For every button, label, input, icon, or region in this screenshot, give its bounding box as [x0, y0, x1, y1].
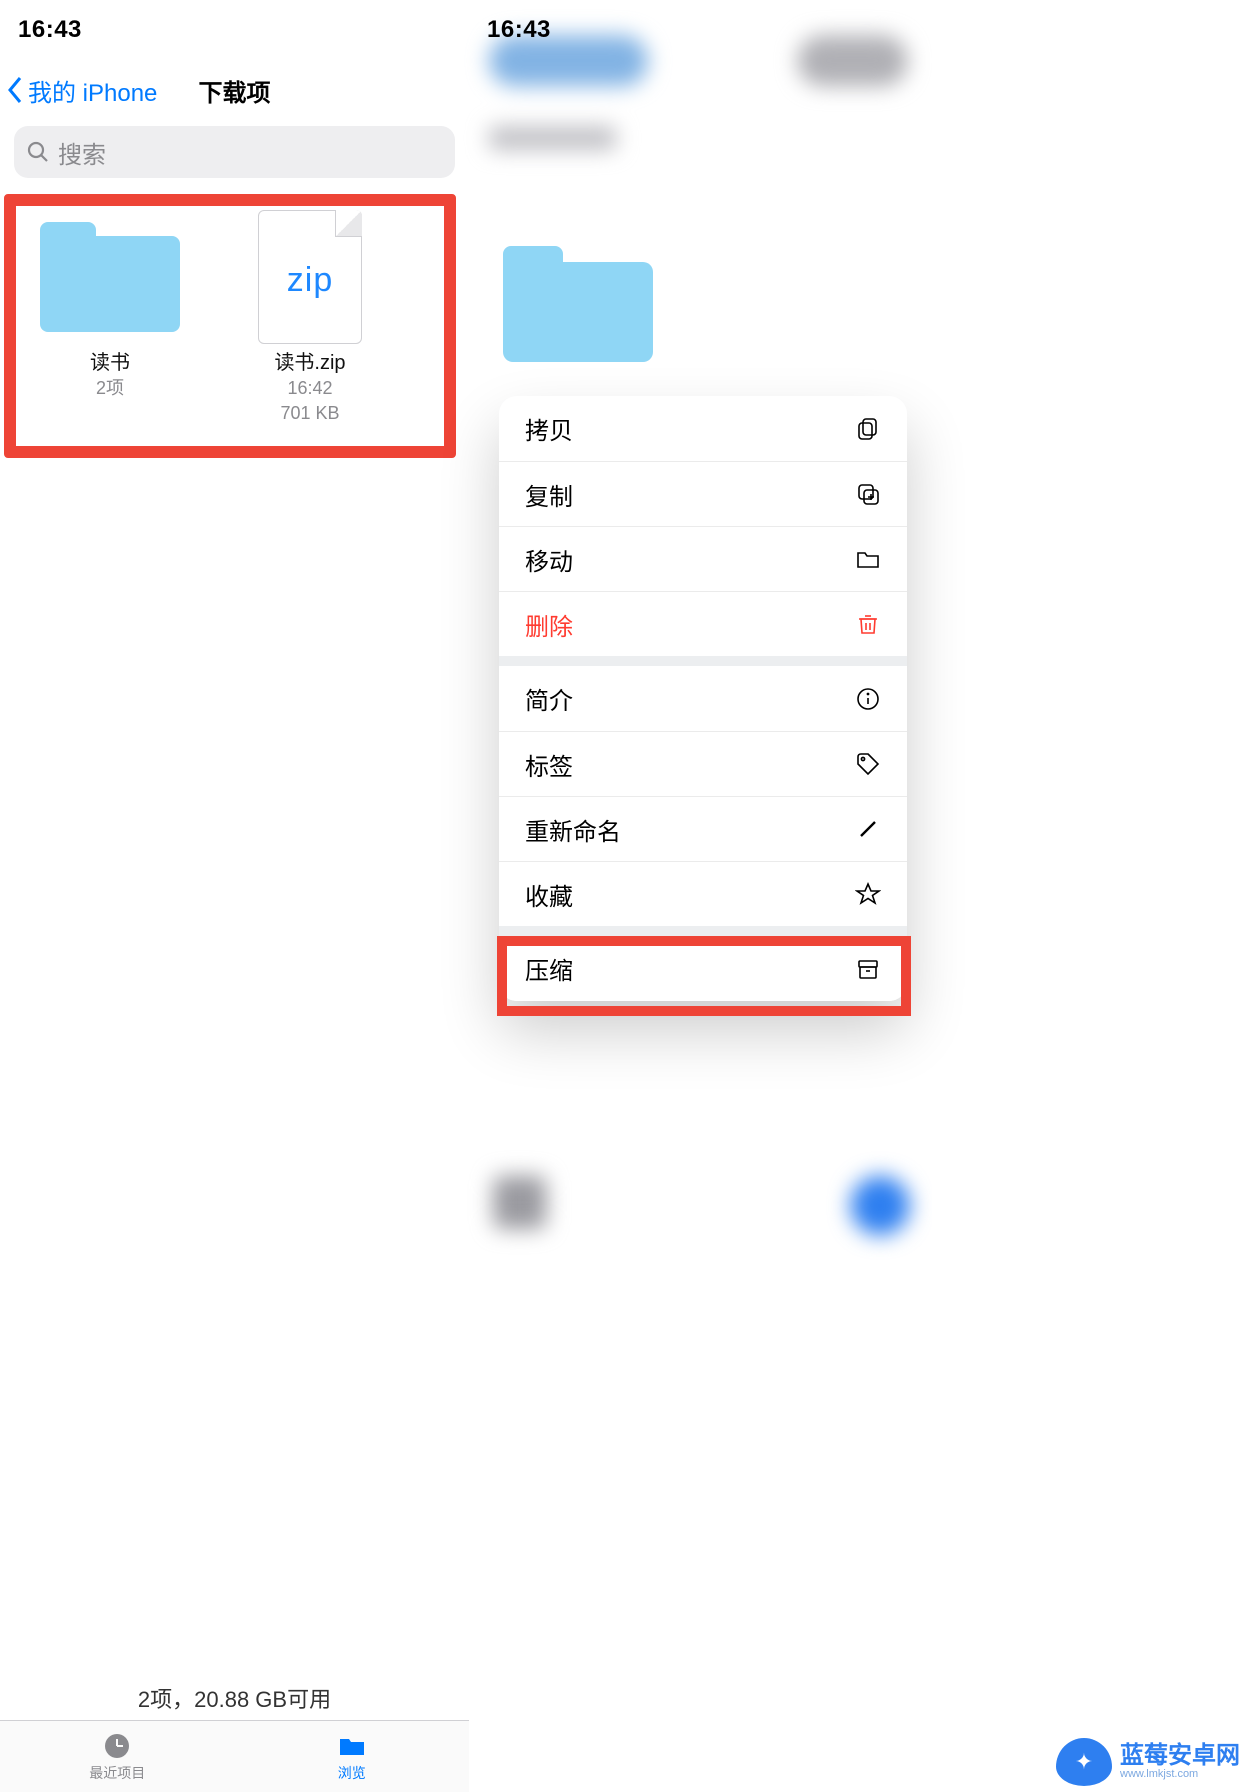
search-icon — [26, 140, 50, 164]
nav-bar: 我的 iPhone 下载项 — [0, 60, 469, 120]
trash-icon — [855, 611, 881, 637]
clock-icon — [102, 1731, 132, 1761]
back-label: 我的 iPhone — [28, 73, 157, 108]
file-item-folder[interactable]: 读书 2项 — [10, 212, 210, 426]
menu-label: 简介 — [525, 681, 573, 716]
menu-item-move[interactable]: 移动 — [499, 526, 907, 591]
menu-item-rename[interactable]: 重新命名 — [499, 796, 907, 861]
file-name: 读书.zip — [274, 346, 345, 375]
status-time: 16:43 — [18, 16, 82, 44]
search-field[interactable]: 搜索 — [14, 126, 455, 178]
storage-info: 2项，20.88 GB可用 — [0, 1682, 469, 1714]
zip-badge: zip — [287, 261, 333, 300]
tab-browse[interactable]: 浏览 — [235, 1721, 470, 1792]
menu-label: 移动 — [525, 542, 573, 577]
tag-icon — [855, 751, 881, 777]
menu-label: 重新命名 — [525, 812, 621, 847]
menu-label: 压缩 — [525, 951, 573, 986]
menu-separator — [499, 926, 907, 936]
menu-item-info[interactable]: 简介 — [499, 666, 907, 731]
menu-item-tags[interactable]: 标签 — [499, 731, 907, 796]
file-time: 16:42 — [287, 377, 332, 400]
file-item-zip[interactable]: zip 读书.zip 16:42 701 KB — [210, 212, 410, 426]
tab-bar: 最近项目 浏览 — [0, 1720, 469, 1792]
context-menu: 拷贝 复制 移动 删除 简介 标签 — [499, 396, 907, 1001]
status-time: 16:43 — [487, 16, 551, 44]
zip-file-icon: zip — [258, 210, 362, 344]
duplicate-icon — [855, 481, 881, 507]
status-bar-left: 16:43 — [0, 0, 469, 60]
watermark-logo-icon: ✦ — [1056, 1738, 1112, 1786]
menu-label: 收藏 — [525, 877, 573, 912]
menu-label: 标签 — [525, 747, 573, 782]
copy-icon — [855, 416, 881, 442]
left-screenshot: 16:43 我的 iPhone 下载项 搜索 读书 2项 — [0, 0, 469, 1792]
status-bar-right: 16:43 — [469, 0, 932, 60]
search-placeholder: 搜索 — [58, 135, 106, 170]
menu-item-favorite[interactable]: 收藏 — [499, 861, 907, 926]
file-name: 读书 — [90, 346, 130, 375]
menu-item-delete[interactable]: 删除 — [499, 591, 907, 656]
tab-recent[interactable]: 最近项目 — [0, 1721, 235, 1792]
folder-move-icon — [855, 546, 881, 572]
menu-item-copy[interactable]: 拷贝 — [499, 396, 907, 461]
chevron-left-icon — [6, 75, 26, 105]
folder-icon — [503, 246, 653, 362]
back-button[interactable]: 我的 iPhone — [0, 73, 157, 108]
menu-separator — [499, 656, 907, 666]
file-meta: 2项 — [96, 377, 124, 400]
menu-label: 拷贝 — [525, 411, 573, 446]
file-grid: 读书 2项 zip 读书.zip 16:42 701 KB — [0, 194, 469, 426]
right-screenshot: 16:43 拷贝 复制 移动 删除 简介 — [469, 0, 932, 1792]
tab-label: 浏览 — [338, 1763, 366, 1783]
menu-item-duplicate[interactable]: 复制 — [499, 461, 907, 526]
folder-icon — [40, 222, 180, 332]
watermark-url: www.lmkjst.com — [1120, 1768, 1240, 1780]
menu-label: 删除 — [525, 607, 573, 642]
folder-preview[interactable] — [503, 246, 653, 362]
folder-icon — [337, 1731, 367, 1761]
menu-label: 复制 — [525, 477, 573, 512]
file-size: 701 KB — [280, 402, 339, 425]
info-icon — [855, 686, 881, 712]
watermark-brand: 蓝莓安卓网 — [1120, 1744, 1240, 1768]
menu-item-compress[interactable]: 压缩 — [499, 936, 907, 1001]
star-icon — [855, 881, 881, 907]
blank-area — [932, 0, 1250, 1792]
pencil-icon — [855, 816, 881, 842]
tab-label: 最近项目 — [89, 1763, 145, 1783]
archive-icon — [855, 956, 881, 982]
watermark: ✦ 蓝莓安卓网 www.lmkjst.com — [1056, 1738, 1240, 1786]
